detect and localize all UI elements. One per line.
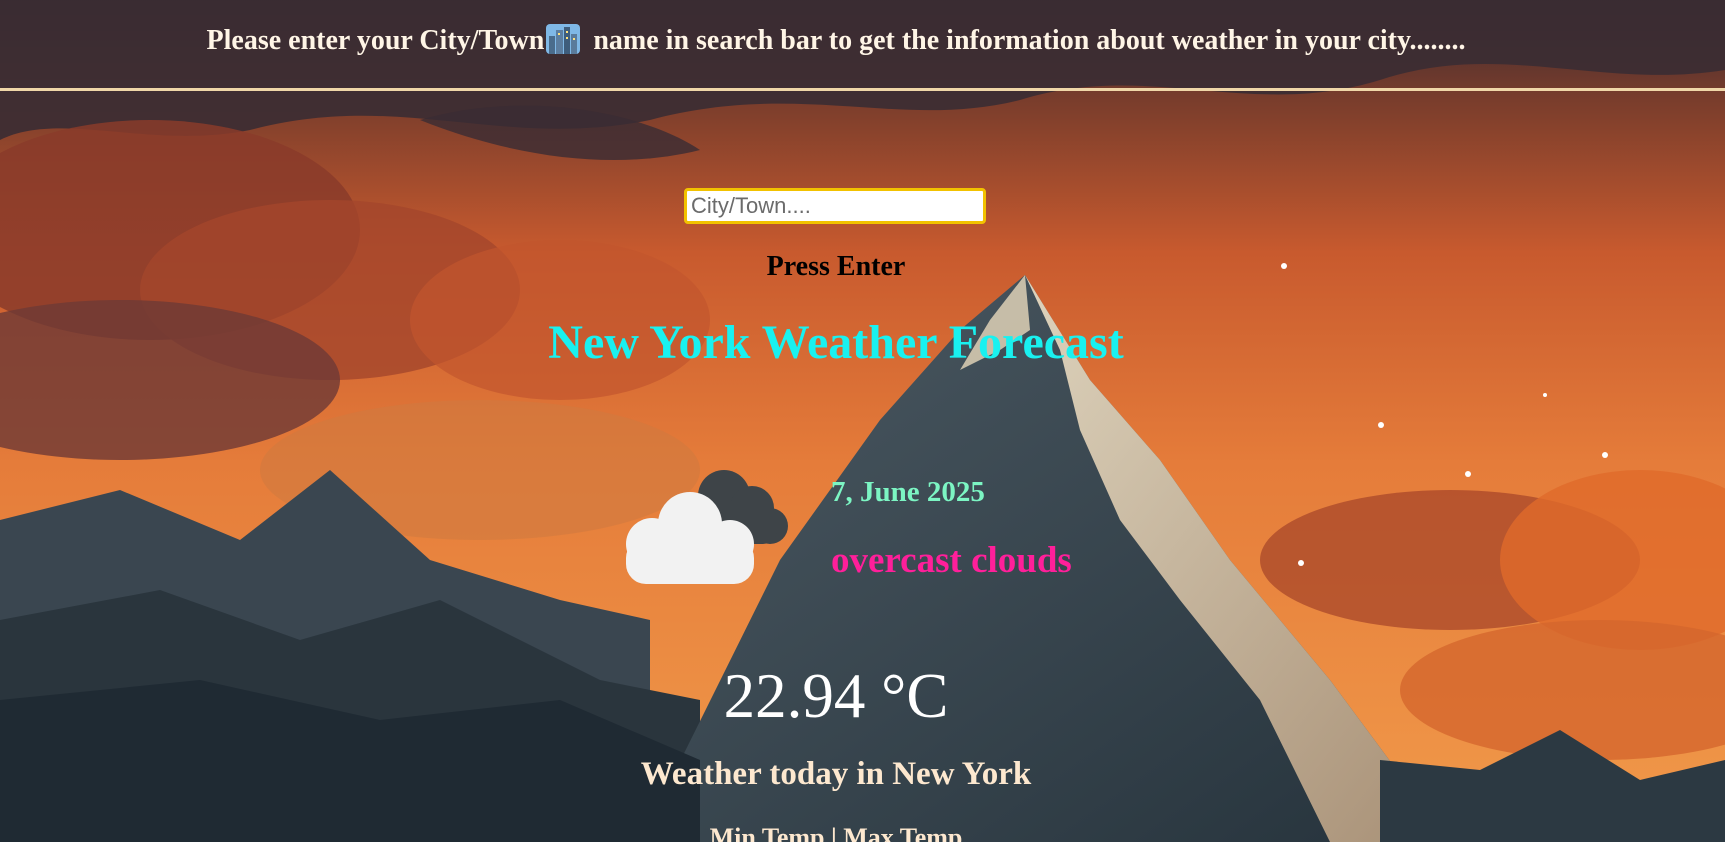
cityscape-icon xyxy=(546,24,581,54)
min-max-temp-label: Min Temp | Max Temp xyxy=(709,823,963,842)
header-instruction: Please enter your City/Town name in sear… xyxy=(0,24,1672,57)
forecast-title: New York Weather Forecast xyxy=(548,316,1124,369)
press-enter-hint: Press Enter xyxy=(766,251,906,282)
forecast-date: 7, June 2025 xyxy=(831,476,985,508)
current-temperature: 22.94 °C xyxy=(723,661,949,731)
overcast-clouds-icon xyxy=(626,470,788,584)
city-search-input[interactable] xyxy=(684,188,986,224)
weather-description: overcast clouds xyxy=(831,540,1072,581)
header-prefix: Please enter your City/Town xyxy=(206,25,545,56)
weather-today-label: Weather today in New York xyxy=(640,756,1032,792)
header-suffix: name in search bar to get the informatio… xyxy=(586,25,1466,56)
weather-app: Please enter your City/Town name in sear… xyxy=(0,0,1725,842)
header-banner: Please enter your City/Town name in sear… xyxy=(0,0,1725,91)
